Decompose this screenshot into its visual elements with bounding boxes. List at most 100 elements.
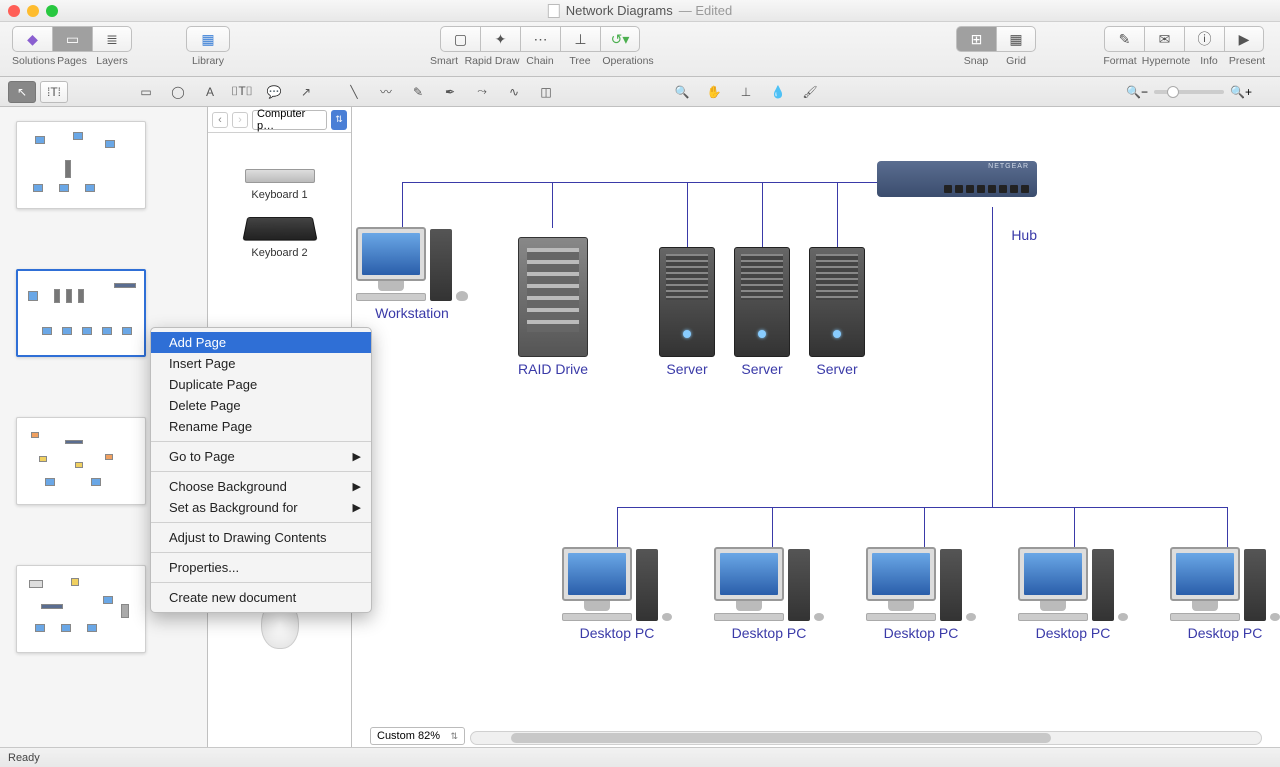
eyedropper-tool[interactable]: 💧 bbox=[764, 81, 792, 103]
highlighter-tool[interactable]: ✎ bbox=[404, 81, 432, 103]
line-tool[interactable]: ╲ bbox=[340, 81, 368, 103]
ctx-set-as-background[interactable]: Set as Background for▶ bbox=[151, 497, 371, 518]
ctx-properties[interactable]: Properties... bbox=[151, 557, 371, 578]
node-desktop-1[interactable]: Desktop PC bbox=[552, 547, 682, 641]
chain-button[interactable]: ⋯ bbox=[520, 26, 560, 52]
ctx-insert-page[interactable]: Insert Page bbox=[151, 353, 371, 374]
page-thumbnail-4[interactable] bbox=[16, 565, 146, 653]
window-title: Network Diagrams — Edited bbox=[548, 3, 732, 18]
node-raid[interactable]: RAID Drive bbox=[518, 237, 588, 377]
connector-tool[interactable]: ⤳ bbox=[468, 81, 496, 103]
info-button[interactable]: ⓘ bbox=[1184, 26, 1224, 52]
library-item-keyboard-1[interactable]: Keyboard 1 bbox=[208, 141, 351, 205]
zoom-in-icon[interactable]: 🔍+ bbox=[1230, 85, 1252, 99]
solutions-button[interactable]: ◆ bbox=[12, 26, 52, 52]
ctx-go-to-page[interactable]: Go to Page▶ bbox=[151, 446, 371, 467]
ctx-separator bbox=[151, 582, 371, 583]
library-back-button[interactable]: ‹ bbox=[212, 112, 228, 128]
window-traffic-lights bbox=[8, 5, 58, 17]
ctx-create-new-document[interactable]: Create new document bbox=[151, 587, 371, 608]
format-button[interactable]: ✎ bbox=[1104, 26, 1144, 52]
node-server-1-label: Server bbox=[659, 361, 715, 377]
node-desktop-5[interactable]: Desktop PC bbox=[1160, 547, 1280, 641]
zoom-level-dropdown[interactable]: Custom 82% ⇅ bbox=[370, 727, 465, 745]
node-server-3[interactable]: Server bbox=[809, 247, 865, 377]
crop-tool[interactable]: ◫ bbox=[532, 81, 560, 103]
ctx-delete-page[interactable]: Delete Page bbox=[151, 395, 371, 416]
zoom-window-button[interactable] bbox=[46, 5, 58, 17]
ctx-adjust-drawing[interactable]: Adjust to Drawing Contents bbox=[151, 527, 371, 548]
brush-tool[interactable]: 🖌 bbox=[796, 81, 824, 103]
drawing-toolbar: ↖ ⁞T⁞ ▭ ◯ A ⌷T⌷ 💬 ↗ ╲ 〰 ✎ ✒ ⤳ ∿ ◫ 🔍 ✋ ⊥ … bbox=[0, 77, 1280, 107]
minimize-window-button[interactable] bbox=[27, 5, 39, 17]
ctx-separator bbox=[151, 552, 371, 553]
pan-tool[interactable]: ✋ bbox=[700, 81, 728, 103]
tree-button[interactable]: ⊥ bbox=[560, 26, 600, 52]
main-toolbar: ◆ ▭ ≣ Solutions Pages Layers ▦ Library ▢… bbox=[0, 22, 1280, 77]
ctx-choose-background[interactable]: Choose Background▶ bbox=[151, 476, 371, 497]
library-category-dropdown[interactable]: Computer p… bbox=[252, 110, 327, 130]
textbox-tool[interactable]: ⌷T⌷ bbox=[228, 81, 256, 103]
hypernote-button[interactable]: ✉ bbox=[1144, 26, 1184, 52]
ctx-rename-page[interactable]: Rename Page bbox=[151, 416, 371, 437]
ctx-add-page[interactable]: Add Page bbox=[151, 332, 371, 353]
grid-label: Grid bbox=[996, 55, 1036, 67]
node-server-3-label: Server bbox=[809, 361, 865, 377]
smart-button[interactable]: ▢ bbox=[440, 26, 480, 52]
rectangle-tool[interactable]: ▭ bbox=[132, 81, 160, 103]
present-button[interactable]: ▶ bbox=[1224, 26, 1264, 52]
document-edited-suffix: — Edited bbox=[679, 3, 732, 18]
snap-button[interactable]: ⊞ bbox=[956, 26, 996, 52]
node-desktop-2[interactable]: Desktop PC bbox=[704, 547, 834, 641]
magnifier-tool[interactable]: 🔍 bbox=[668, 81, 696, 103]
callout-tool[interactable]: 💬 bbox=[260, 81, 288, 103]
grid-button[interactable]: ▦ bbox=[996, 26, 1036, 52]
node-desktop-3[interactable]: Desktop PC bbox=[856, 547, 986, 641]
layers-button[interactable]: ≣ bbox=[92, 26, 132, 52]
node-server-2[interactable]: Server bbox=[734, 247, 790, 377]
stamp-tool[interactable]: ⊥ bbox=[732, 81, 760, 103]
node-workstation[interactable]: Workstation bbox=[352, 227, 472, 321]
status-text: Ready bbox=[8, 752, 40, 764]
curve-tool[interactable]: 〰 bbox=[372, 81, 400, 103]
text-tool[interactable]: A bbox=[196, 81, 224, 103]
library-button[interactable]: ▦ bbox=[186, 26, 230, 52]
node-desktop-4[interactable]: Desktop PC bbox=[1008, 547, 1138, 641]
pages-label: Pages bbox=[52, 55, 92, 67]
library-item-label: Keyboard 1 bbox=[212, 189, 347, 201]
node-desktop-3-label: Desktop PC bbox=[856, 625, 986, 641]
zoom-slider[interactable] bbox=[1154, 90, 1224, 94]
zoom-out-icon[interactable]: 🔍− bbox=[1126, 85, 1148, 99]
library-dropdown-arrow-icon[interactable]: ⇅ bbox=[331, 110, 347, 130]
drawing-canvas[interactable]: NETGEAR Hub Workstation RAID Drive Serve… bbox=[352, 107, 1280, 747]
ellipse-tool[interactable]: ◯ bbox=[164, 81, 192, 103]
hypernote-label: Hypernote bbox=[1140, 55, 1192, 67]
spline-tool[interactable]: ∿ bbox=[500, 81, 528, 103]
node-raid-label: RAID Drive bbox=[518, 361, 588, 377]
node-hub[interactable]: NETGEAR Hub bbox=[877, 161, 1037, 243]
pointer-tool[interactable]: ↖ bbox=[8, 81, 36, 103]
text-select-tool[interactable]: ⁞T⁞ bbox=[40, 81, 68, 103]
smart-label: Smart bbox=[424, 55, 464, 67]
rapid-draw-button[interactable]: ✦ bbox=[480, 26, 520, 52]
arrow-tool[interactable]: ↗ bbox=[292, 81, 320, 103]
library-header: ‹ › Computer p… ⇅ bbox=[208, 107, 351, 133]
tree-label: Tree bbox=[560, 55, 600, 67]
close-window-button[interactable] bbox=[8, 5, 20, 17]
ctx-separator bbox=[151, 441, 371, 442]
horizontal-scrollbar[interactable] bbox=[470, 731, 1262, 745]
library-forward-button[interactable]: › bbox=[232, 112, 248, 128]
library-item-keyboard-2[interactable]: Keyboard 2 bbox=[208, 205, 351, 263]
page-thumbnail-1[interactable] bbox=[16, 121, 146, 209]
ctx-duplicate-page[interactable]: Duplicate Page bbox=[151, 374, 371, 395]
page-thumbnail-3[interactable] bbox=[16, 417, 146, 505]
pen-tool[interactable]: ✒ bbox=[436, 81, 464, 103]
node-server-1[interactable]: Server bbox=[659, 247, 715, 377]
info-label: Info bbox=[1192, 55, 1226, 67]
operations-button[interactable]: ↺▾ bbox=[600, 26, 640, 52]
pages-button[interactable]: ▭ bbox=[52, 26, 92, 52]
snap-label: Snap bbox=[956, 55, 996, 67]
page-thumbnail-2[interactable] bbox=[16, 269, 146, 357]
dropdown-arrows-icon: ⇅ bbox=[450, 731, 458, 742]
present-label: Present bbox=[1226, 55, 1268, 67]
